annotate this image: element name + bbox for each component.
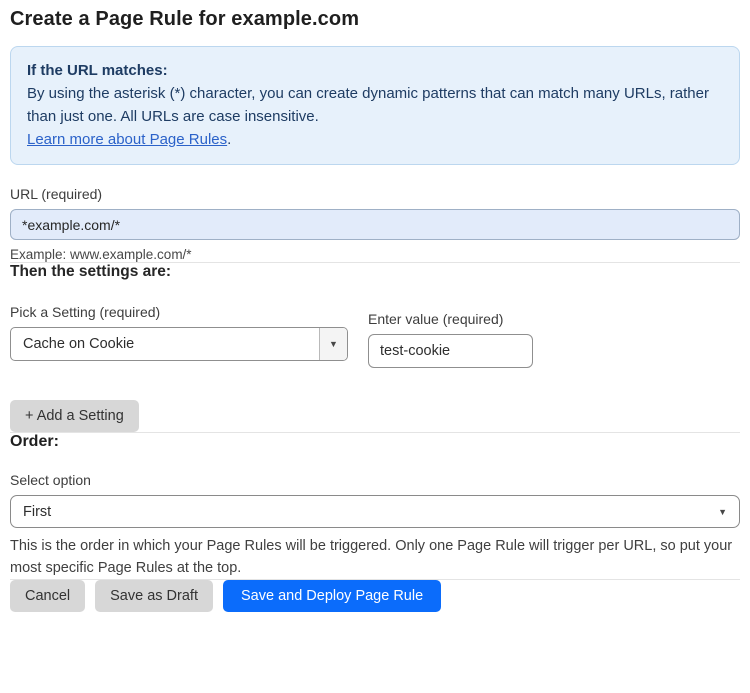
order-select[interactable]: First ▼ [10,495,740,528]
link-suffix: . [227,131,232,148]
cancel-button[interactable]: Cancel [10,580,86,612]
setting-column: Pick a Setting (required) Cache on Cooki… [10,304,348,361]
save-deploy-button[interactable]: Save and Deploy Page Rule [222,580,442,612]
select-option-label: Select option [10,472,91,488]
setting-select-arrow-box[interactable]: ▼ [319,328,347,360]
setting-select[interactable]: Cache on Cookie ▼ [10,327,348,361]
setting-row: Pick a Setting (required) Cache on Cooki… [10,304,740,368]
form-actions: Cancel Save as Draft Save and Deploy Pag… [10,580,740,612]
info-box-body: By using the asterisk (*) character, you… [27,85,709,125]
url-input[interactable] [10,209,740,240]
enter-value-label: Enter value (required) [368,311,504,327]
chevron-down-icon: ▼ [718,506,727,517]
info-box-link-line: Learn more about Page Rules. [27,128,723,151]
url-example-hint: Example: www.example.com/* [10,247,192,262]
add-setting-button[interactable]: + Add a Setting [10,400,139,432]
url-field: URL (required) Example: www.example.com/… [10,186,740,262]
value-column: Enter value (required) [368,304,533,368]
info-box-heading: If the URL matches: [27,62,168,79]
order-heading: Order: [10,433,59,450]
save-draft-button[interactable]: Save as Draft [95,580,213,612]
setting-select-value: Cache on Cookie [23,336,135,352]
learn-more-link[interactable]: Learn more about Page Rules [27,131,227,148]
page-title: Create a Page Rule for example.com [10,8,360,30]
order-select-value: First [23,503,52,520]
chevron-down-icon: ▼ [329,339,338,349]
pick-setting-label: Pick a Setting (required) [10,304,161,320]
url-label: URL (required) [10,186,103,202]
create-page-rule-form: Create a Page Rule for example.com If th… [0,0,750,693]
settings-heading: Then the settings are: [10,263,172,280]
setting-value-input[interactable] [368,334,533,368]
order-description: This is the order in which your Page Rul… [10,538,733,576]
url-match-info-box: If the URL matches: By using the asteris… [10,46,740,165]
